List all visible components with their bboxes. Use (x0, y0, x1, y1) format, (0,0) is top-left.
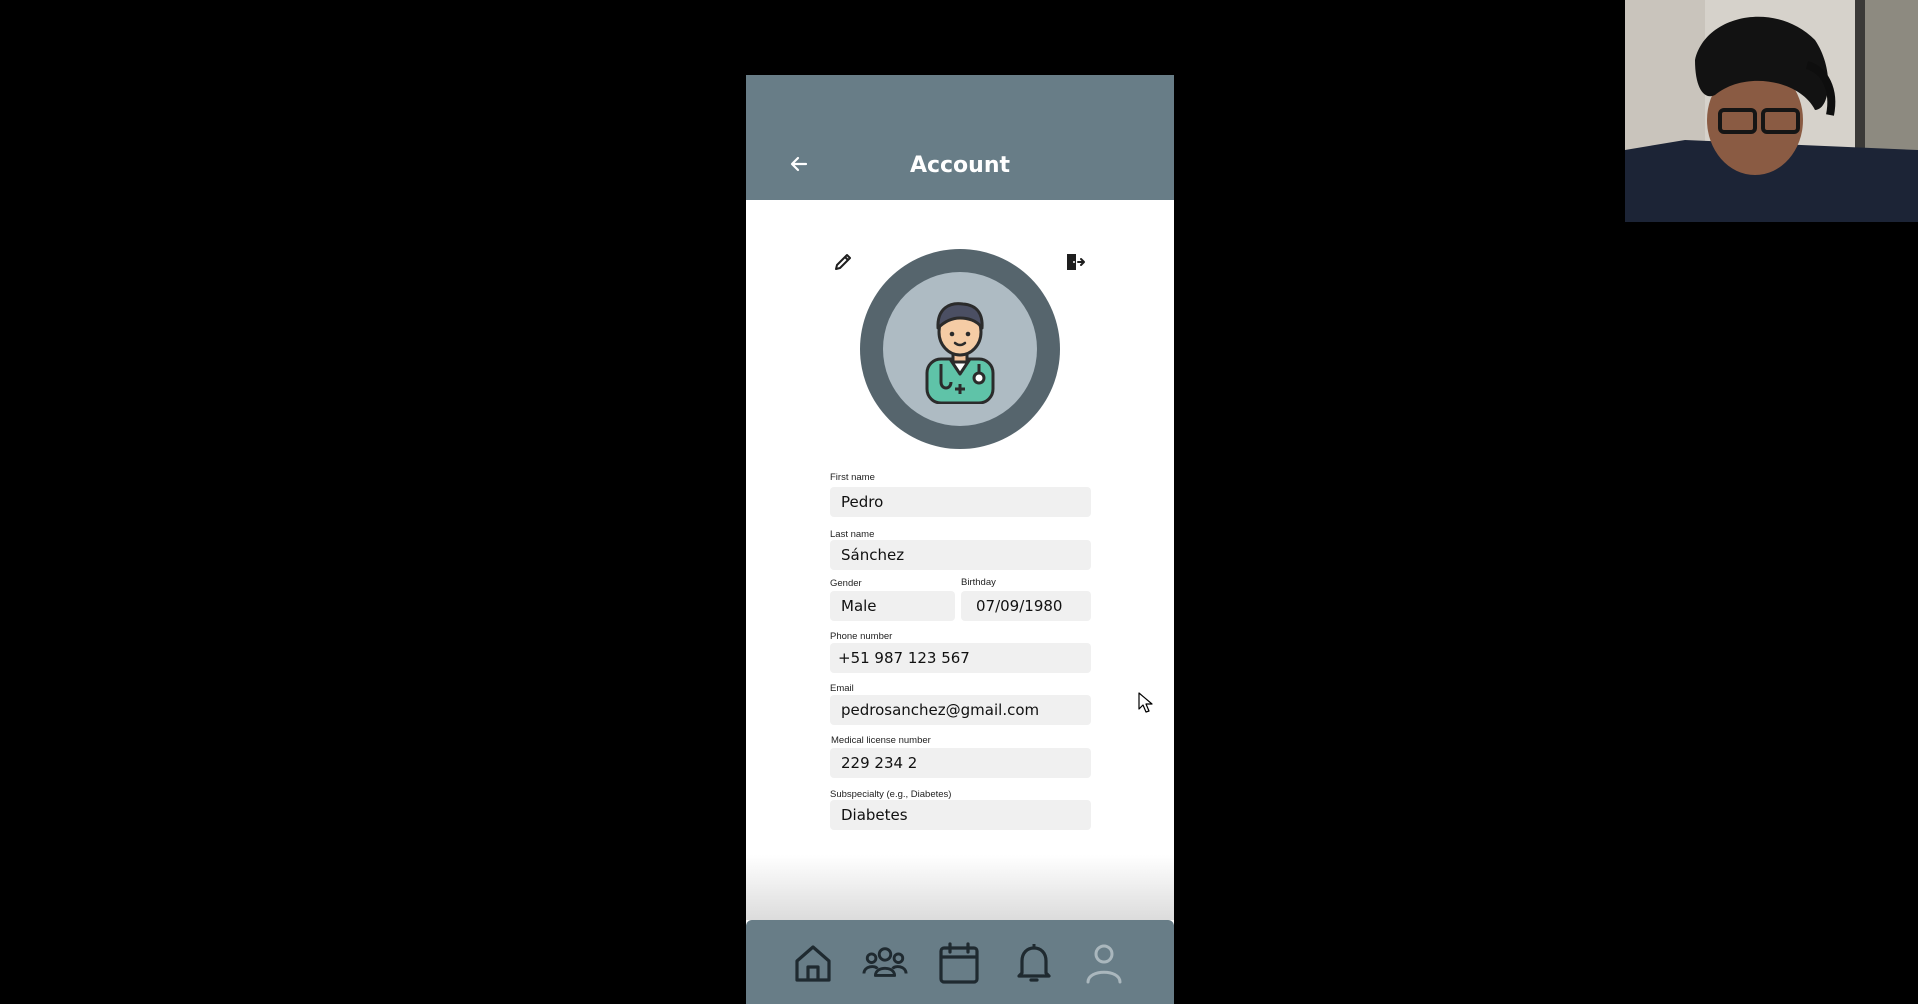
calendar-icon (939, 942, 979, 984)
bottom-navigation (746, 920, 1174, 1004)
nav-home[interactable] (790, 940, 836, 986)
subspecialty-field[interactable]: Diabetes (830, 800, 1091, 830)
email-field[interactable]: pedrosanchez@gmail.com (830, 695, 1091, 725)
page-title: Account (909, 153, 1011, 178)
nav-calendar[interactable] (936, 940, 982, 986)
nav-patients[interactable] (862, 940, 908, 986)
webcam-video (1625, 0, 1918, 222)
door-exit-icon (1067, 254, 1085, 270)
bell-icon (1017, 944, 1051, 982)
home-icon (795, 945, 831, 982)
birthday-label: Birthday (961, 577, 996, 588)
pencil-icon (835, 254, 851, 270)
doctor-avatar-icon (925, 302, 995, 404)
last-name-label: Last name (830, 529, 875, 540)
mouse-cursor-icon (1138, 692, 1153, 713)
first-name-label: First name (830, 472, 875, 483)
subspecialty-label: Subspecialty (e.g., Diabetes) (830, 789, 952, 800)
gender-label: Gender (830, 578, 862, 589)
license-field[interactable]: 229 234 2 (830, 748, 1091, 778)
email-label: Email (830, 683, 854, 694)
nav-shadow (746, 855, 1174, 920)
avatar-background (883, 272, 1037, 426)
phone-label: Phone number (830, 631, 893, 642)
logout-button[interactable] (1061, 248, 1089, 276)
patients-icon (862, 947, 908, 977)
webcam-overlay (1625, 0, 1918, 222)
nav-profile[interactable] (1081, 940, 1127, 986)
edit-profile-button[interactable] (829, 248, 857, 276)
first-name-field[interactable]: Pedro (830, 487, 1091, 517)
profile-icon (1086, 944, 1122, 984)
last-name-field[interactable]: Sánchez (830, 540, 1091, 570)
nav-notifications[interactable] (1011, 940, 1057, 986)
app-bar: Account (746, 75, 1174, 200)
birthday-field[interactable]: 07/09/1980 (961, 591, 1091, 621)
profile-avatar (860, 249, 1060, 449)
phone-field[interactable]: +51 987 123 567 (830, 643, 1091, 673)
gender-field[interactable]: Male (830, 591, 955, 621)
license-label: Medical license number (831, 735, 931, 746)
app-screen: Account First name Pedro Last name Sánch… (746, 75, 1174, 1004)
